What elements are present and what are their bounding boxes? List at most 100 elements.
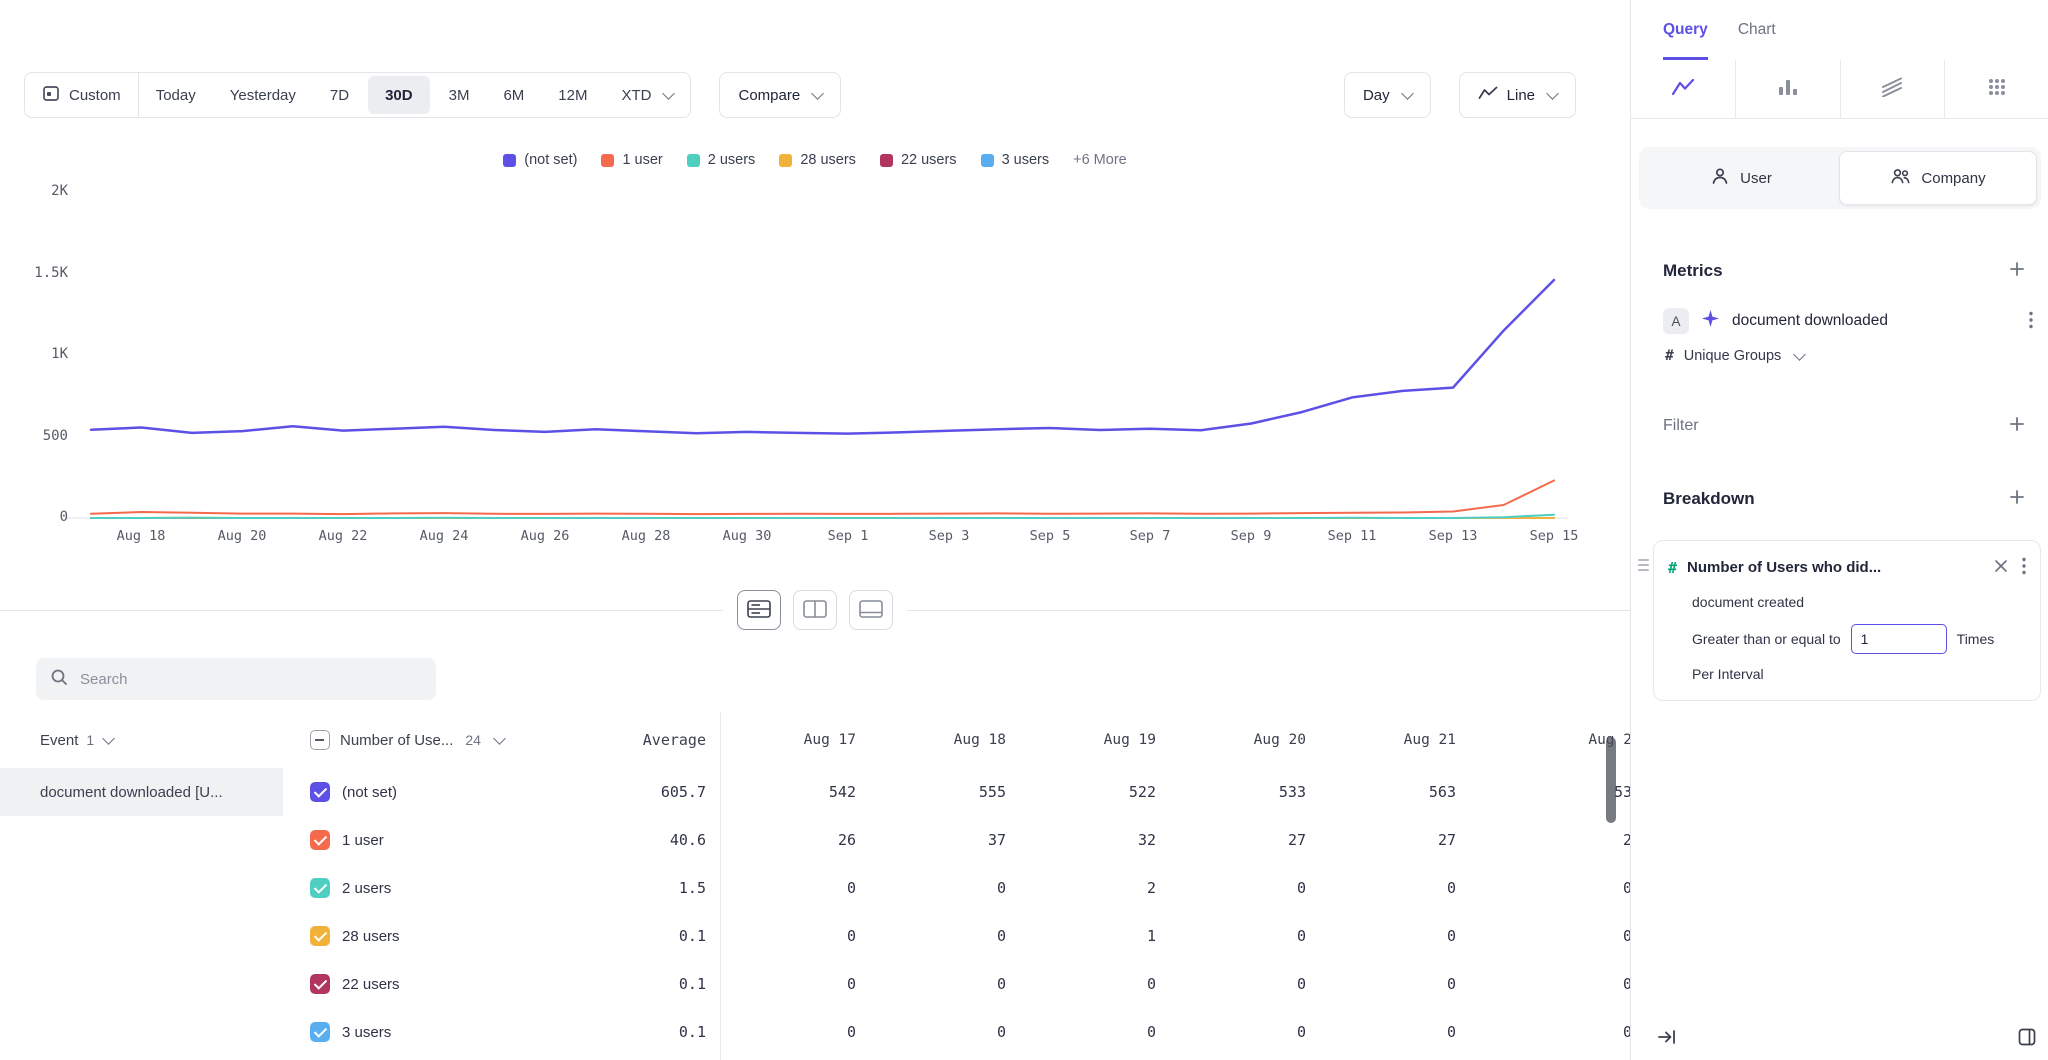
granularity-label: Day — [1363, 87, 1390, 104]
series-checkbox[interactable] — [310, 782, 330, 802]
metric-badge: A — [1663, 308, 1689, 334]
chart-type-flow-tab[interactable] — [1840, 60, 1945, 118]
series-checkbox[interactable] — [310, 830, 330, 850]
x-axis-label: Aug 22 — [319, 528, 368, 544]
metrics-section-header: Metrics — [1631, 259, 2048, 282]
date-range-3m[interactable]: 3M — [432, 73, 487, 117]
day-column-header: Aug 20 — [1170, 712, 1320, 768]
remove-breakdown-button[interactable] — [1992, 557, 2010, 578]
legend-item[interactable]: 2 users — [687, 152, 756, 168]
series-row[interactable]: 28 users — [296, 912, 564, 960]
date-range-xtd[interactable]: XTD — [604, 73, 690, 117]
series-column-header[interactable]: Number of Use...24 — [296, 712, 564, 768]
chevron-down-icon — [493, 732, 506, 745]
series-row[interactable]: (not set) — [296, 768, 564, 816]
date-range-today[interactable]: Today — [139, 73, 213, 117]
legend-item[interactable]: (not set) — [503, 152, 577, 168]
tab-chart[interactable]: Chart — [1738, 0, 1776, 60]
series-row[interactable]: 3 users — [296, 1008, 564, 1056]
chart-type-label: Line — [1507, 87, 1535, 104]
legend-swatch — [503, 154, 516, 167]
average-cell: 1.5 — [564, 864, 720, 912]
value-cell: 533 — [1170, 768, 1320, 816]
search-input[interactable] — [78, 670, 422, 689]
layout-panel-bottom-button[interactable] — [849, 590, 893, 630]
layout-split-horizontal-button[interactable] — [737, 590, 781, 630]
scope-user[interactable]: User — [1643, 151, 1839, 205]
value-cell: 0 — [720, 912, 870, 960]
compare-button[interactable]: Compare — [719, 72, 841, 118]
add-breakdown-button[interactable] — [2007, 487, 2027, 510]
series-checkbox[interactable] — [310, 974, 330, 994]
legend-item[interactable]: 1 user — [601, 152, 662, 168]
panel-toggle-button[interactable] — [2015, 1025, 2039, 1052]
drag-handle-icon[interactable] — [1638, 559, 1649, 571]
date-range-6m[interactable]: 6M — [486, 73, 541, 117]
value-cell: 32 — [1020, 816, 1170, 864]
series-row[interactable]: 22 users — [296, 960, 564, 1008]
x-axis-label: Aug 24 — [420, 528, 469, 544]
event-row[interactable]: document downloaded [U... — [0, 768, 283, 816]
date-range-custom[interactable]: Custom — [25, 73, 139, 117]
breakdown-event-name[interactable]: document created — [1692, 594, 2028, 610]
series-checkbox[interactable] — [310, 926, 330, 946]
value-cell: 522 — [1020, 768, 1170, 816]
legend-item[interactable]: 28 users — [779, 152, 856, 168]
value-cell: 1 — [1020, 912, 1170, 960]
chevron-down-icon — [811, 87, 824, 100]
average-cell: 0.1 — [564, 960, 720, 1008]
chart-type-grid-tab[interactable] — [1944, 60, 2048, 118]
value-cell: 0 — [870, 864, 1020, 912]
date-range-group: CustomTodayYesterday7D30D3M6M12MXTD — [24, 72, 691, 118]
layout-toggles — [723, 590, 907, 630]
per-interval-label[interactable]: Per Interval — [1692, 666, 2028, 682]
date-range-yesterday[interactable]: Yesterday — [213, 73, 313, 117]
bar-chart-icon — [1777, 77, 1799, 102]
event-cell — [0, 1008, 296, 1056]
chart-type-bar-tab[interactable] — [1735, 60, 1840, 118]
value-cell: 555 — [870, 768, 1020, 816]
date-range-7d[interactable]: 7D — [313, 73, 366, 117]
tab-query[interactable]: Query — [1663, 0, 1708, 60]
value-cell: 0 — [1020, 1008, 1170, 1056]
event-sparkle-icon — [1701, 309, 1720, 333]
series-checkbox[interactable] — [310, 878, 330, 898]
legend-more[interactable]: +6 More — [1073, 152, 1127, 168]
y-axis-label: 1.5K — [10, 265, 68, 281]
granularity-button[interactable]: Day — [1344, 72, 1431, 118]
breakdown-condition-row: Greater than or equal to Times — [1692, 624, 2028, 654]
panel-bottom-icon — [859, 600, 883, 621]
chart-canvas[interactable] — [0, 182, 1630, 554]
chart-type-button[interactable]: Line — [1459, 72, 1576, 118]
date-range-12m[interactable]: 12M — [541, 73, 604, 117]
scope-company[interactable]: Company — [1839, 151, 2037, 205]
add-metric-button[interactable] — [2007, 259, 2027, 282]
event-cell — [0, 960, 296, 1008]
layout-split-vertical-button[interactable] — [793, 590, 837, 630]
legend-item[interactable]: 22 users — [880, 152, 957, 168]
date-range-30d[interactable]: 30D — [368, 76, 430, 114]
series-row[interactable]: 2 users — [296, 864, 564, 912]
select-all-checkbox[interactable] — [310, 730, 330, 750]
vertical-scrollbar[interactable] — [1606, 737, 1616, 823]
condition-value-input[interactable] — [1851, 624, 1947, 654]
chart-type-line-tab[interactable] — [1631, 60, 1735, 118]
collapse-sidebar-button[interactable] — [1655, 1026, 1679, 1051]
condition-label[interactable]: Greater than or equal to — [1692, 631, 1841, 647]
legend-item[interactable]: 3 users — [981, 152, 1050, 168]
series-checkbox[interactable] — [310, 1022, 330, 1042]
series-row[interactable]: 1 user — [296, 816, 564, 864]
value-cell: 27 — [1170, 816, 1320, 864]
value-cell: 0 — [1320, 1008, 1470, 1056]
value-cell: 0 — [1320, 912, 1470, 960]
value-cell: 0 — [720, 1008, 870, 1056]
event-column-header[interactable]: Event1 — [0, 712, 296, 768]
breakdown-card-title[interactable]: Number of Users who did... — [1687, 559, 1982, 576]
series-label: 1 user — [342, 832, 384, 849]
aggregation-selector[interactable]: # Unique Groups — [1665, 348, 2035, 364]
add-filter-button[interactable] — [2007, 414, 2027, 437]
chart-legend: (not set) 1 user 2 users 28 users 22 users 3 … — [0, 152, 1630, 168]
breakdown-menu-button[interactable] — [2020, 555, 2028, 580]
metric-menu-button[interactable] — [2027, 309, 2035, 334]
metric-item[interactable]: A document downloaded — [1663, 308, 2035, 334]
